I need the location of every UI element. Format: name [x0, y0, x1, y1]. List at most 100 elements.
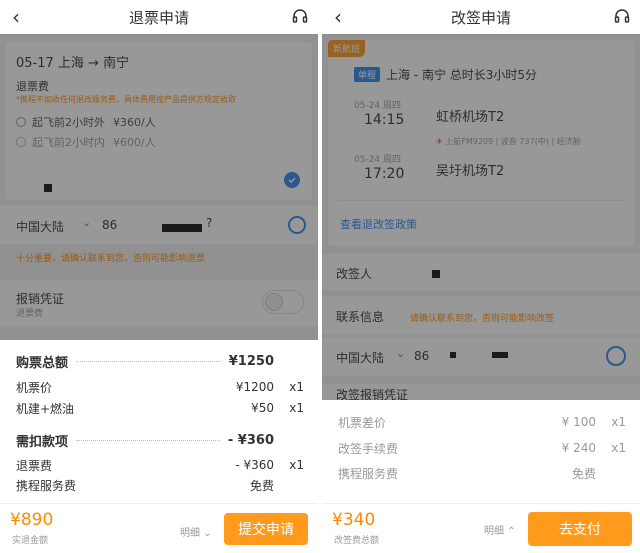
refund-screen: ‹ 退票申请 05-17 上海 → 南宁 退票费 *携程不加收任何退改服务费，具…	[0, 0, 318, 553]
departure-time: 14:15	[364, 112, 405, 128]
chevron-down-icon: ⌄	[203, 528, 212, 539]
redacted-name	[44, 184, 52, 192]
contact-warning: 十分重要，请确认联系到您，否则可能影响退票	[16, 254, 206, 264]
trip-summary-row: 单程 上海 - 南宁 总时长3小时5分	[354, 66, 537, 83]
item-qty: x1	[289, 380, 304, 394]
voucher-row: 报销凭证 退票费	[0, 280, 318, 326]
item-qty: x1	[611, 441, 626, 455]
footer-price-label: 实退金额	[12, 536, 49, 546]
pay-button[interactable]: 去支付	[528, 512, 632, 546]
deduct-label: 需扣款项	[16, 434, 69, 450]
contact-info-row: 联系信息 请确认联系到您，否则可能影响改签	[322, 296, 640, 334]
back-arrow-icon[interactable]: ‹	[12, 5, 20, 29]
clock-icon	[16, 117, 26, 127]
checkout-footer: ¥340 改签费总额 明细 ⌃ 去支付	[322, 503, 640, 553]
item-amount: ¥1200	[235, 380, 274, 394]
total-value: ¥1250	[228, 353, 274, 369]
rebook-screen: ‹ 改签申请 新航班 单程 上海 - 南宁 总时长3小时5分 05-24 周四 …	[322, 0, 640, 553]
arrival-airport: 吴圩机场T2	[436, 164, 505, 179]
price-item-row: 机票价 ¥1200 x1	[16, 378, 304, 396]
deduct-value: - ¥360	[227, 432, 274, 448]
new-flight-badge: 新航班	[328, 40, 366, 57]
trip-summary: 上海 - 南宁 总时长3小时5分	[386, 68, 538, 82]
navigation-bar: ‹ 改签申请	[322, 0, 640, 34]
headset-icon[interactable]	[292, 8, 308, 28]
chevron-up-icon: ⌃	[507, 526, 516, 537]
toggle-knob	[265, 293, 283, 311]
trip-tag: 单程	[354, 67, 381, 82]
leader-dots	[76, 360, 221, 362]
checkout-footer: ¥890 实退金额 明细 ⌄ 提交申请	[0, 503, 318, 553]
refund-notice: *携程不加收任何退改服务费，具体费用按产品提供方规定收取	[16, 95, 236, 104]
submit-button[interactable]: 提交申请	[224, 513, 308, 545]
clock-icon	[16, 137, 26, 147]
footer-price: ¥340	[332, 510, 376, 530]
total-row: 购票总额 ¥1250	[16, 352, 304, 371]
contact-warning: 请确认联系到您，否则可能影响改签	[410, 314, 555, 324]
country-code: 86	[414, 349, 430, 363]
item-label: 机票价	[16, 380, 53, 395]
footer-price-label: 改签费总额	[334, 536, 380, 546]
headset-icon[interactable]	[614, 8, 630, 28]
rule-price: ¥360/人	[113, 116, 156, 129]
price-item-row: 机票差价 ¥ 100 x1	[338, 413, 626, 431]
page-title: 改签申请	[450, 8, 511, 27]
flight-info: ✈ 上航FM9209 | 波音 737(中) | 经济舱	[436, 136, 581, 147]
redacted-name	[432, 270, 440, 278]
detail-label: 明细	[484, 526, 504, 537]
total-label: 购票总额	[16, 355, 69, 371]
region-selector[interactable]: 中国大陆	[16, 218, 64, 235]
chevron-down-icon[interactable]: ⌄	[82, 216, 91, 229]
voucher-toggle[interactable]	[262, 290, 304, 314]
airline-icon: ✈	[436, 137, 443, 146]
detail-toggle[interactable]: 明细 ⌄	[180, 524, 212, 539]
item-label: 机票差价	[338, 415, 387, 430]
detail-toggle[interactable]: 明细 ⌃	[484, 522, 516, 537]
policy-link[interactable]: 查看退改签政策	[340, 216, 417, 232]
rule-row: 起飞前2小时内 ¥600/人	[16, 134, 156, 150]
contacts-icon[interactable]	[606, 346, 626, 366]
country-code: 86	[102, 218, 118, 232]
rule-condition: 起飞前2小时外	[32, 116, 105, 129]
leader-dots	[76, 439, 220, 441]
item-qty: x1	[289, 401, 304, 415]
region-selector[interactable]: 中国大陆	[336, 349, 384, 366]
contacts-icon[interactable]	[288, 216, 306, 234]
item-amount: ¥ 100	[561, 415, 596, 429]
contact-label: 联系信息	[336, 310, 385, 324]
price-item-row: 退票费 - ¥360 x1	[16, 456, 304, 474]
rule-price: ¥600/人	[113, 136, 156, 149]
chevron-down-icon[interactable]: ⌄	[396, 347, 405, 360]
unknown-mark: ?	[206, 216, 213, 230]
item-qty: x1	[289, 458, 304, 472]
item-amount: 免费	[571, 466, 596, 481]
phone-input[interactable]	[450, 352, 456, 358]
price-item-row: 改签手续费 ¥ 240 x1	[338, 439, 626, 457]
phone-input[interactable]	[162, 224, 202, 232]
price-item-row: 机建+燃油 ¥50 x1	[16, 399, 304, 417]
item-amount: ¥ 240	[561, 441, 596, 455]
item-label: 携程服务费	[338, 466, 399, 481]
navigation-bar: ‹ 退票申请	[0, 0, 318, 34]
checkmark-icon[interactable]	[284, 172, 300, 188]
item-qty: x1	[611, 415, 626, 429]
new-flight-card: 新航班 单程 上海 - 南宁 总时长3小时5分 05-24 周四 14:15 虹…	[328, 40, 634, 246]
arrival-time: 17:20	[364, 166, 405, 182]
refund-fee-title: 退票费	[16, 80, 49, 93]
departure-date: 05-24 周四	[354, 101, 402, 111]
flight-info-text: 上航FM9209 | 波音 737(中) | 经济舱	[445, 137, 581, 146]
phone-row: 中国大陆 ⌄ 86	[322, 338, 640, 376]
card-divider	[338, 200, 624, 201]
deduct-row: 需扣款项 - ¥360	[16, 431, 304, 450]
item-label: 携程服务费	[16, 478, 77, 493]
refund-info-card: 05-17 上海 → 南宁 退票费 *携程不加收任何退改服务费，具体费用按产品提…	[6, 42, 312, 200]
item-label: 改签手续费	[338, 441, 399, 456]
price-item-row: 携程服务费 免费	[16, 476, 304, 494]
page-title: 退票申请	[128, 8, 189, 27]
route-text: 05-17 上海 → 南宁	[16, 56, 130, 71]
item-amount: 免费	[249, 478, 274, 493]
voucher-title: 报销凭证	[16, 292, 65, 306]
back-arrow-icon[interactable]: ‹	[334, 5, 342, 29]
contact-row: 中国大陆 ⌄ 86 ?	[0, 206, 318, 244]
phone-input[interactable]	[492, 352, 508, 358]
